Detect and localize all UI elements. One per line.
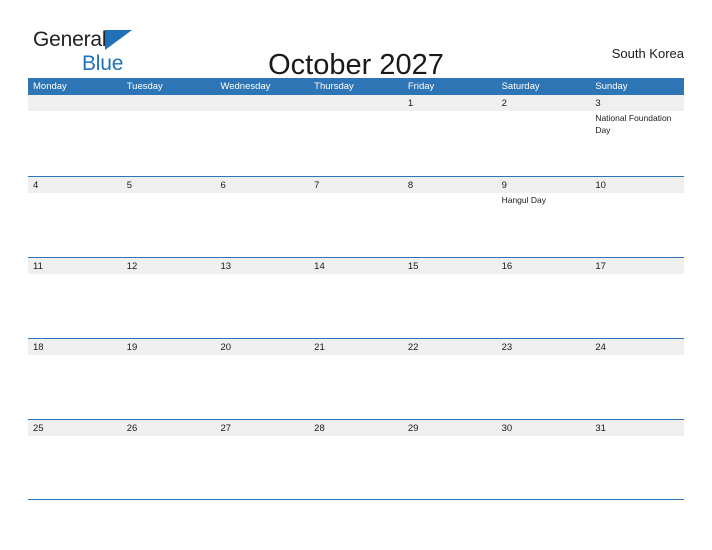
day-number: 17 [595,261,606,272]
calendar-day-cell-22[interactable]: 22 [402,339,497,419]
calendar-day-cell-24[interactable]: 24 [590,339,685,419]
day-number: 26 [126,423,138,434]
calendar-day-cell-9[interactable]: 9 Hangul Day [496,177,591,257]
calendar-week-row: 4 5 6 7 8 9 Hangul Day 10 [28,176,685,257]
day-number: 19 [126,342,138,353]
calendar-day-cell-3[interactable]: 3 National Foundation Day [590,95,685,176]
calendar-day-cell-empty[interactable] [28,95,122,176]
calendar-day-cell-28[interactable]: 28 [309,420,403,499]
holiday-label: Hangul Day [501,195,547,205]
holiday-label: National Foundation Day [595,113,672,135]
day-number: 13 [220,261,232,272]
calendar-day-cell-21[interactable]: 21 [309,339,403,419]
calendar-day-cell-26[interactable]: 26 [121,420,216,499]
calendar-day-cell-23[interactable]: 23 [496,339,591,419]
page-header: General Blue October 2027 South Korea [0,0,712,81]
calendar-day-cell-empty[interactable] [215,95,310,176]
day-number: 4 [33,180,39,191]
weekday-header-row: Monday Tuesday Wednesday Thursday Friday Satu… [28,78,684,95]
day-number: 12 [126,261,138,272]
calendar-day-cell-29[interactable]: 29 [402,420,497,499]
day-number: 21 [314,342,325,353]
day-number: 31 [595,423,606,434]
calendar-day-cell-1[interactable]: 1 [402,95,497,176]
calendar-grid: Monday Tuesday Wednesday Thursday Friday Satu… [28,78,685,500]
weekday-header-thursday: Thursday [314,81,354,92]
calendar-day-cell-18[interactable]: 18 [28,339,122,419]
calendar-day-cell-empty[interactable] [121,95,216,176]
day-number: 22 [407,342,419,353]
country-label: South Korea [611,46,684,61]
day-number: 1 [407,98,414,109]
calendar-day-cell-11[interactable]: 11 [28,258,122,338]
day-number: 24 [595,342,606,353]
calendar-day-cell-19[interactable]: 19 [121,339,216,419]
day-number: 15 [407,261,419,272]
calendar-day-cell-13[interactable]: 13 [215,258,310,338]
day-number: 16 [501,261,513,272]
day-number: 27 [220,423,232,434]
calendar-day-cell-17[interactable]: 17 [590,258,685,338]
calendar-week-row: 18 19 20 21 22 23 24 [28,338,685,419]
weekday-header-saturday: Saturday [501,81,540,92]
calendar-day-cell-6[interactable]: 6 [215,177,310,257]
day-number: 23 [501,342,513,353]
day-number: 11 [33,261,43,272]
calendar-week-rows: 1 2 3 National Foundation Day 4 5 6 7 8 9 Hangul D… [28,95,685,500]
day-number: 20 [220,342,232,353]
calendar-day-cell-12[interactable]: 12 [121,258,216,338]
day-number: 28 [314,423,325,434]
calendar-week-row: 25 26 27 28 29 30 31 [28,419,685,500]
calendar-day-cell-4[interactable]: 4 [28,177,122,257]
weekday-header-tuesday: Tuesday [126,81,163,92]
day-number: 2 [501,98,507,109]
calendar-day-cell-10[interactable]: 10 [590,177,685,257]
calendar-week-row: 1 2 3 National Foundation Day [28,95,685,176]
day-number: 29 [407,423,419,434]
calendar-day-cell-20[interactable]: 20 [215,339,310,419]
weekday-header-monday: Monday [33,81,67,92]
day-number: 10 [595,180,606,191]
day-number: 6 [220,180,226,191]
weekday-header-friday: Friday [407,81,435,92]
day-number: 7 [314,180,320,191]
day-number: 14 [314,261,325,272]
calendar-day-cell-25[interactable]: 25 [28,420,122,499]
day-events: Hangul Day [502,195,588,207]
calendar-day-cell-8[interactable]: 8 [402,177,497,257]
calendar-day-cell-30[interactable]: 30 [496,420,591,499]
calendar-week-row: 11 12 13 14 15 16 17 [28,257,685,338]
day-number: 25 [33,423,44,434]
day-number: 9 [501,180,507,191]
logo-text-general: General [33,28,107,51]
calendar-day-cell-27[interactable]: 27 [215,420,310,499]
weekday-header-sunday: Sunday [595,81,628,92]
calendar-day-cell-16[interactable]: 16 [496,258,591,338]
day-number: 18 [33,342,44,353]
day-number: 8 [407,180,414,191]
calendar-day-cell-2[interactable]: 2 [496,95,591,176]
calendar-day-cell-empty[interactable] [309,95,403,176]
day-number: 5 [126,180,133,191]
weekday-header-wednesday: Wednesday [220,81,271,92]
calendar-day-cell-15[interactable]: 15 [402,258,497,338]
day-number: 30 [501,423,513,434]
logo-triangle-icon [105,30,132,50]
day-events: National Foundation Day [595,113,681,136]
day-number: 3 [595,98,601,109]
calendar-day-cell-14[interactable]: 14 [309,258,403,338]
calendar-day-cell-5[interactable]: 5 [121,177,216,257]
calendar-day-cell-7[interactable]: 7 [309,177,403,257]
calendar-day-cell-31[interactable]: 31 [590,420,685,499]
